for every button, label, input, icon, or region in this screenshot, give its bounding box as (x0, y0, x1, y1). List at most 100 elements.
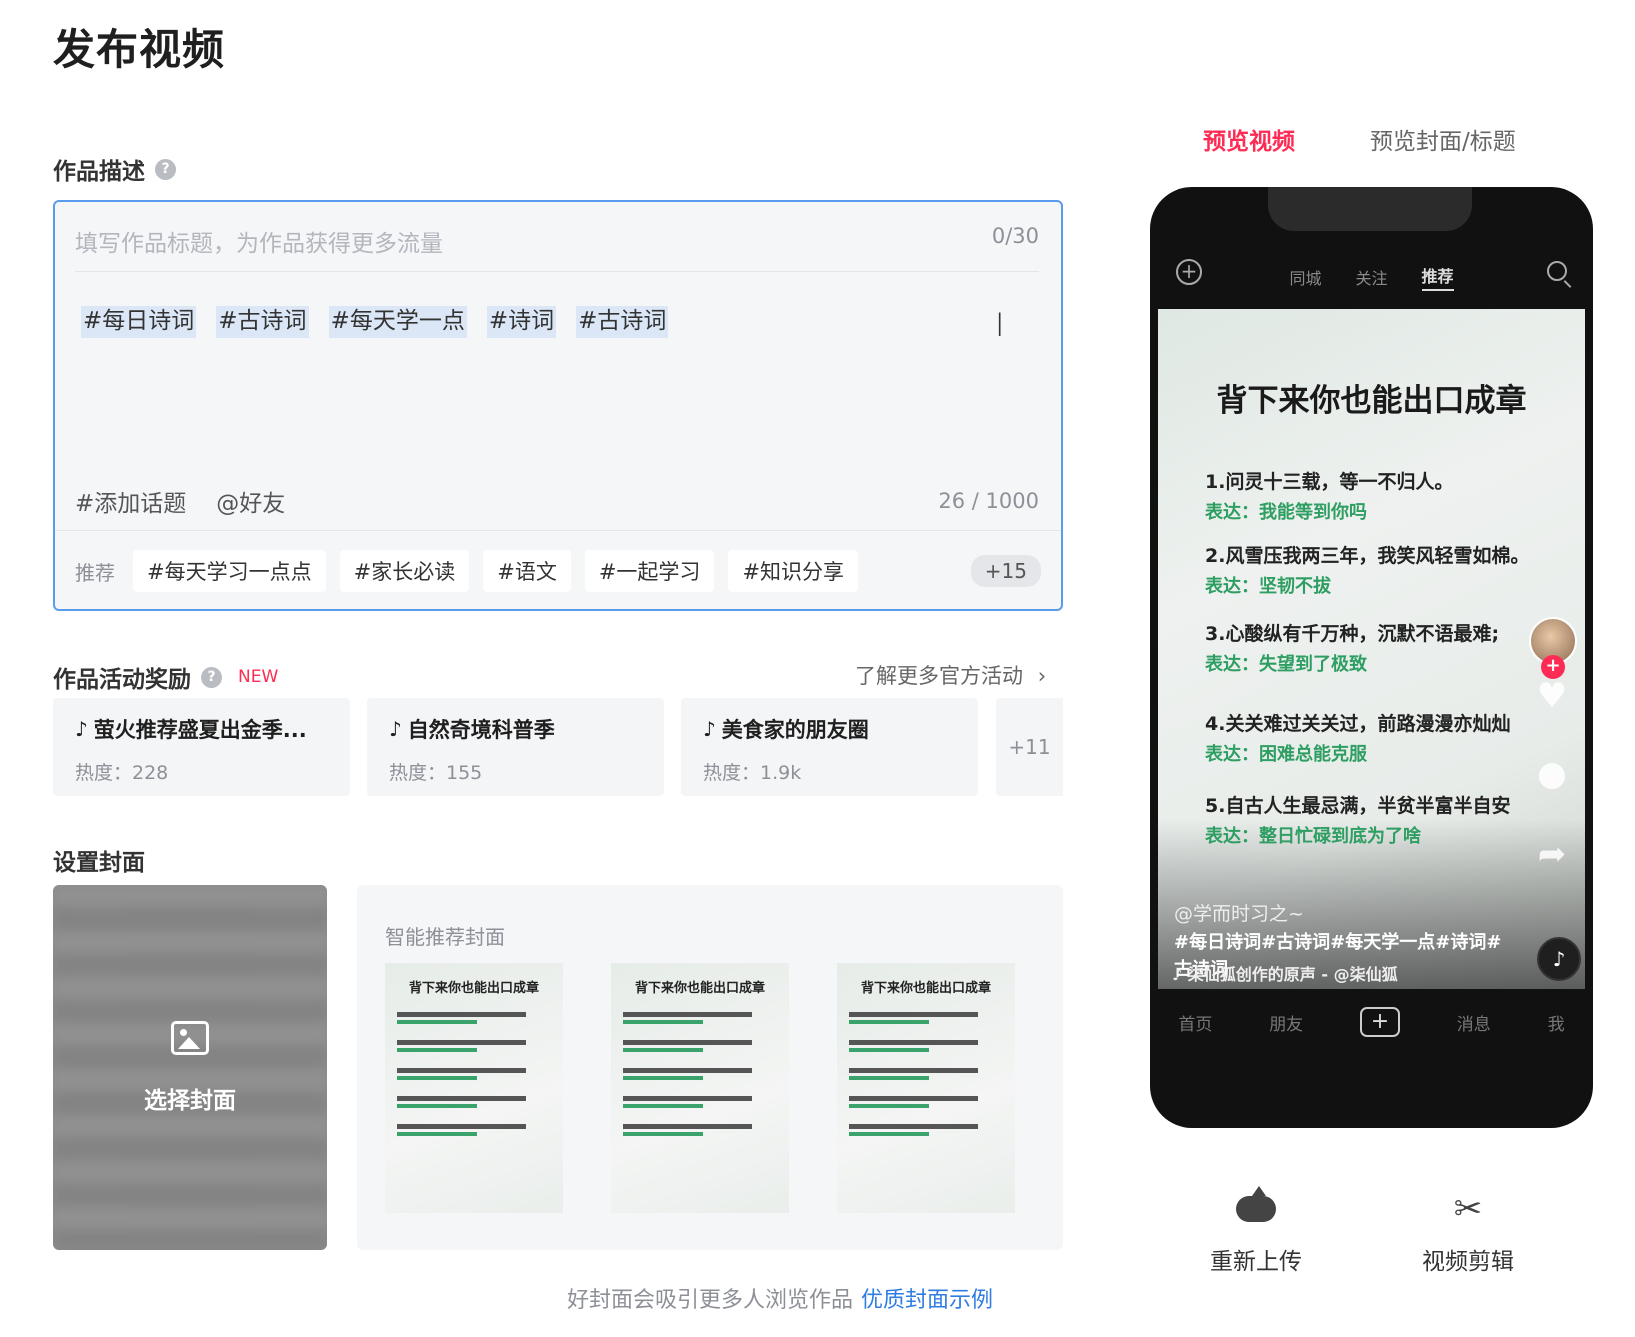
poem-item: 2.风雪压我两三年，我笑风轻雪如棉。 表达：坚韧不拔 (1205, 541, 1585, 598)
nav-item: 首页 (1178, 1014, 1213, 1035)
phone-bottom-nav: 首页 朋友 + 消息 我 (1150, 1007, 1593, 1037)
thumbnail-title: 背下来你也能出口成章 (634, 981, 765, 996)
music-name: 柒仙狐创作的原声 - @柒仙狐 (1187, 965, 1398, 984)
heart-icon: ♥ (1536, 676, 1568, 716)
reupload-button[interactable]: 重新上传 (1166, 1186, 1346, 1276)
tab-preview-video[interactable]: 预览视频 (1203, 122, 1295, 156)
new-badge: NEW (238, 667, 279, 687)
scissors-icon: ✂ (1453, 1189, 1483, 1229)
cloud-upload-icon (1236, 1186, 1276, 1222)
music-disc-icon: ♪ (1537, 937, 1581, 981)
activity-card[interactable]: ♪ 萤火推荐盛夏出金季... 热度：228 (53, 698, 350, 796)
cover-thumbnail[interactable]: 背下来你也能出口成章 (385, 963, 563, 1213)
cover-section-label: 设置封面 (53, 843, 145, 877)
activity-heat: 热度：1.9k (703, 762, 802, 784)
music-info: ♪ 柒仙狐创作的原声 - @柒仙狐 (1172, 961, 1398, 985)
activity-card[interactable]: ♪ 自然奇境科普季 热度：155 (367, 698, 664, 796)
select-cover-button[interactable]: 选择封面 (53, 885, 327, 1250)
select-cover-label: 选择封面 (144, 1087, 236, 1114)
recommended-tag[interactable]: #语文 (483, 550, 571, 592)
video-actions: 重新上传 ✂ 视频剪辑 (1150, 1186, 1574, 1286)
reupload-label: 重新上传 (1210, 1249, 1302, 1275)
phone-notch (1268, 187, 1472, 231)
activity-name: 萤火推荐盛夏出金季... (93, 718, 307, 742)
more-activities-label[interactable]: 了解更多官方活动 (855, 664, 1023, 688)
description-tag[interactable]: #诗词 (486, 306, 557, 338)
poem-line: 5.自古人生最忌满，半贫半富半自安 (1205, 795, 1511, 817)
poem-meaning: 表达：坚韧不拔 (1205, 576, 1331, 597)
phone-preview: + 同城 关注 推荐 背下来你也能出口成章 1.问灵十三载，等一不归人。 表达：… (1150, 187, 1593, 1128)
cover-hint: 好封面会吸引更多人浏览作品 优质封面示例 (567, 1282, 993, 1314)
tab-preview-cover[interactable]: 预览封面/标题 (1370, 122, 1516, 156)
cover-thumbnail[interactable]: 背下来你也能出口成章 (611, 963, 789, 1213)
tiktok-note-icon: ♪ (703, 717, 716, 741)
thumbnail-title: 背下来你也能出口成章 (408, 981, 539, 996)
poem-line: 3.心酸纵有千万种，沉默不语最难; (1205, 623, 1500, 645)
activity-heat: 热度：228 (75, 762, 169, 784)
recommended-tag[interactable]: #一起学习 (584, 550, 715, 592)
video-edit-label: 视频剪辑 (1422, 1249, 1514, 1275)
tiktok-note-icon: ♪ (75, 717, 88, 741)
cover-examples-link[interactable]: 优质封面示例 (861, 1288, 993, 1313)
poem-item: 3.心酸纵有千万种，沉默不语最难; 表达：失望到了极致 (1205, 619, 1545, 676)
editor-toolbar: #添加话题 @好友 26 / 1000 (75, 484, 1039, 518)
recommended-tag[interactable]: #每天学习一点点 (133, 550, 326, 592)
poem-line: 1.问灵十三载，等一不归人。 (1205, 471, 1454, 493)
question-circle-icon[interactable]: ? (155, 158, 176, 180)
poem-meaning: 表达：我能等到你吗 (1205, 502, 1367, 523)
description-tags[interactable]: #每日诗词 #古诗词 #每天学一点 #诗词 #古诗词 (81, 306, 669, 338)
recommended-tags-row: 推荐 #每天学习一点点 #家长必读 #语文 #一起学习 #知识分享 +15 (55, 530, 1061, 611)
cover-label: 设置封面 (53, 850, 145, 876)
chevron-right-icon: › (1037, 664, 1047, 688)
activity-heat: 热度：155 (389, 762, 483, 784)
title-char-count: 0/30 (991, 224, 1039, 248)
description-tag[interactable]: #每天学一点 (328, 306, 467, 338)
thumbnail-title: 背下来你也能出口成章 (860, 981, 991, 996)
title-input-row[interactable]: 填写作品标题，为作品获得更多流量 0/30 (75, 224, 1039, 272)
question-circle-icon[interactable]: ? (201, 666, 222, 688)
recommended-tag[interactable]: #知识分享 (728, 550, 859, 592)
recommended-tag[interactable]: #家长必读 (339, 550, 470, 592)
poem-meaning: 表达：失望到了极致 (1205, 654, 1367, 675)
activity-name: 美食家的朋友圈 (721, 718, 869, 742)
activity-card[interactable]: ♪ 美食家的朋友圈 热度：1.9k (681, 698, 978, 796)
more-activities-link[interactable]: 了解更多官方活动 › (855, 660, 1046, 690)
description-section-label: 作品描述 ? (53, 152, 176, 186)
cover-thumbnail[interactable]: 背下来你也能出口成章 (837, 963, 1015, 1213)
title-input-placeholder[interactable]: 填写作品标题，为作品获得更多流量 (75, 224, 443, 258)
poem-line: 2.风雪压我两三年，我笑风轻雪如棉。 (1205, 545, 1530, 567)
phone-tab: 关注 (1355, 269, 1388, 288)
poem-meaning: 表达：困难总能克服 (1205, 744, 1367, 765)
activity-section-label: 作品活动奖励 ? NEW (53, 660, 278, 694)
image-icon (171, 1020, 209, 1055)
body-char-count: 26 / 1000 (938, 489, 1039, 513)
comment-icon: ● (1537, 754, 1567, 794)
phone-tab: 同城 (1289, 269, 1322, 288)
description-tag[interactable]: #古诗词 (216, 306, 309, 338)
description-editor[interactable]: 填写作品标题，为作品获得更多流量 0/30 #每日诗词 #古诗词 #每天学一点 … (53, 200, 1063, 611)
description-tag[interactable]: #古诗词 (576, 306, 669, 338)
phone-top-tabs: 同城 关注 推荐 (1150, 257, 1593, 297)
video-edit-button[interactable]: ✂ 视频剪辑 (1378, 1186, 1558, 1276)
mention-friend-button[interactable]: @好友 (216, 484, 285, 518)
activity-more-button[interactable]: +11 (996, 698, 1063, 796)
nav-plus-icon: + (1359, 1007, 1400, 1037)
nav-item: 朋友 (1269, 1014, 1304, 1035)
activity-label: 作品活动奖励 (53, 667, 191, 693)
phone-tab-active: 推荐 (1421, 263, 1454, 291)
cover-hint-text: 好封面会吸引更多人浏览作品 (567, 1288, 854, 1313)
blurred-cover-preview (53, 885, 327, 1250)
add-topic-button[interactable]: #添加话题 (75, 484, 186, 518)
poem-line: 4.关关难过关关过，前路漫漫亦灿灿 (1205, 713, 1511, 735)
smart-cover-title: 智能推荐封面 (385, 925, 505, 949)
video-frame: 背下来你也能出口成章 1.问灵十三载，等一不归人。 表达：我能等到你吗 2.风雪… (1158, 309, 1585, 989)
tiktok-note-icon: ♪ (389, 717, 402, 741)
nav-item: 我 (1547, 1014, 1565, 1035)
publish-video-page: 发布视频 作品描述 ? 填写作品标题，为作品获得更多流量 0/30 #每日诗词 … (0, 0, 1635, 1337)
poem-item: 4.关关难过关关过，前路漫漫亦灿灿 表达：困难总能克服 (1205, 709, 1545, 766)
smart-cover-panel: 智能推荐封面 背下来你也能出口成章 背下来你也能出口成章 背下来你也能出口成章 (357, 885, 1063, 1250)
page-title: 发布视频 (53, 25, 226, 74)
description-tag[interactable]: #每日诗词 (81, 306, 197, 338)
recommended-tags-more-button[interactable]: +15 (970, 555, 1041, 587)
music-note-icon: ♪ (1172, 965, 1188, 984)
